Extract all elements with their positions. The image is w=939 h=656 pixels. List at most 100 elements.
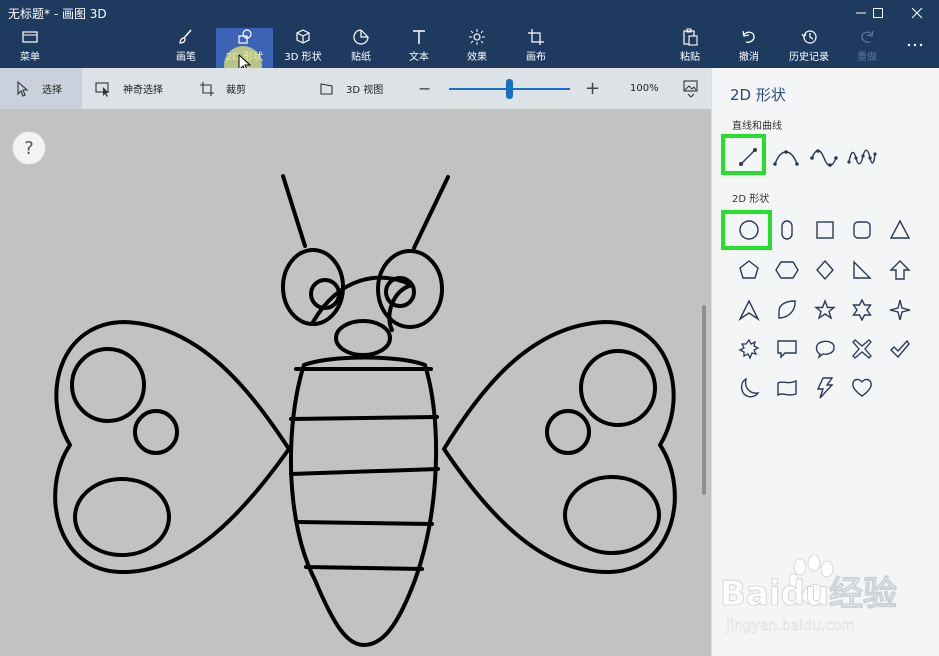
baidu-watermark: Baidu经验 jingyan.baidu.com (718, 554, 918, 650)
body-stripe (289, 467, 440, 476)
menu-label: 菜单 (20, 52, 40, 63)
view-3d-icon (318, 80, 336, 98)
redo-button[interactable]: 重做 (849, 28, 885, 68)
redo-icon (857, 28, 877, 46)
ellipse-icon[interactable] (734, 215, 764, 245)
check-icon[interactable] (885, 334, 915, 364)
right-wing-spot (579, 349, 657, 427)
watermark-url: jingyan.baidu.com (725, 618, 855, 634)
butterfly-drawing (53, 174, 677, 647)
arrow-up-icon[interactable] (885, 255, 915, 285)
tab-stickers[interactable]: 贴纸 (343, 28, 379, 68)
star-5-icon[interactable] (810, 295, 840, 325)
speech-bubble-oval-icon[interactable] (810, 334, 840, 364)
select-pointer-icon (14, 80, 32, 98)
canvas-icon (526, 28, 546, 46)
lines-section-title: 直线和曲线 (732, 121, 782, 132)
zoom-value: 100% (630, 83, 659, 94)
pentagon-icon[interactable] (734, 255, 764, 285)
right-antenna (412, 175, 450, 250)
zoom-slider-thumb[interactable] (506, 79, 513, 99)
hexagon-icon[interactable] (772, 255, 802, 285)
history-button[interactable]: 历史记录 (783, 28, 835, 68)
folder-icon (20, 28, 40, 46)
tab-3d-shapes[interactable]: 3D 形状 (283, 28, 323, 68)
right-triangle-icon[interactable] (847, 255, 877, 285)
text-icon (409, 28, 429, 46)
left-antenna (281, 174, 307, 248)
diamond-icon[interactable] (810, 255, 840, 285)
sticker-icon (351, 28, 371, 46)
moon-icon[interactable] (734, 373, 764, 403)
history-icon (799, 28, 819, 46)
window-title: 无标题* - 画图 3D (8, 7, 107, 21)
maximize-icon[interactable] (862, 0, 894, 26)
history-label: 历史记录 (789, 52, 829, 63)
menu-button[interactable]: 菜单 (12, 28, 48, 68)
zoom-out-button[interactable]: − (418, 68, 431, 109)
tab-3d-shapes-label: 3D 形状 (284, 52, 322, 63)
effects-sun-icon (467, 28, 487, 46)
rectangle-icon[interactable] (810, 215, 840, 245)
banner-icon[interactable] (772, 373, 802, 403)
undo-label: 撤消 (739, 52, 759, 63)
select-label: 选择 (42, 85, 62, 96)
star-4-icon[interactable] (885, 295, 915, 325)
right-wing-spot (545, 409, 591, 455)
tab-text-label: 文本 (409, 52, 429, 63)
image-view-icon (682, 79, 700, 98)
undo-icon (739, 28, 759, 46)
vertical-scrollbar[interactable] (702, 305, 706, 495)
star-6-icon[interactable] (847, 295, 877, 325)
drawing-canvas[interactable] (0, 109, 711, 656)
tab-brushes[interactable]: 画笔 (166, 28, 206, 68)
redo-label: 重做 (857, 52, 877, 63)
brush-icon (176, 28, 196, 46)
line-icon[interactable] (733, 142, 763, 172)
two-point-curve-icon[interactable] (809, 142, 839, 172)
more-icon (905, 36, 925, 54)
tab-canvas-label: 画布 (526, 52, 546, 63)
tab-canvas[interactable]: 画布 (518, 28, 554, 68)
crop-label: 裁剪 (226, 85, 246, 96)
tab-text[interactable]: 文本 (401, 28, 437, 68)
triangle-icon[interactable] (885, 215, 915, 245)
help-button[interactable]: ? (12, 131, 46, 165)
paste-button[interactable]: 粘贴 (672, 28, 708, 68)
body-stripe (289, 415, 439, 421)
baidu-logo: Baidu经验 jingyan.baidu.com (720, 554, 897, 634)
leaf-icon[interactable] (772, 295, 802, 325)
curve-icon[interactable] (771, 142, 801, 172)
paste-label: 粘贴 (680, 52, 700, 63)
shapes-section-title: 2D 形状 (732, 194, 770, 205)
paste-icon (680, 28, 700, 46)
magic-select-icon (95, 80, 113, 98)
magic-select-button[interactable]: 神奇选择 (95, 68, 163, 109)
rounded-capsule-icon[interactable] (772, 215, 802, 245)
undo-button[interactable]: 撤消 (731, 28, 767, 68)
nose (334, 319, 392, 357)
zoom-in-button[interactable]: + (585, 68, 600, 109)
magic-select-label: 神奇选择 (123, 85, 163, 96)
lightning-icon[interactable] (810, 373, 840, 403)
three-point-curve-icon[interactable] (847, 142, 877, 172)
crop-icon (198, 80, 216, 98)
burst-icon[interactable] (734, 334, 764, 364)
tab-effects[interactable]: 效果 (459, 28, 495, 68)
select-button[interactable]: 选择 (14, 68, 62, 109)
left-wing-spot (133, 409, 179, 455)
rounded-square-icon[interactable] (847, 215, 877, 245)
heart-icon[interactable] (847, 373, 877, 403)
image-view-button[interactable] (682, 68, 710, 109)
panel-title: 2D 形状 (730, 86, 786, 104)
close-icon[interactable] (901, 0, 933, 26)
view-3d-button[interactable]: 3D 视图 (318, 68, 383, 109)
speech-bubble-square-icon[interactable] (772, 334, 802, 364)
tool-options-bar: 选择 神奇选择 裁剪 3D 视图 − + 100% (0, 68, 711, 109)
crop-button[interactable]: 裁剪 (198, 68, 246, 109)
right-wing-spot (563, 475, 661, 555)
body-stripe (304, 565, 424, 571)
3d-cube-icon (293, 28, 313, 46)
arrow-head-icon[interactable] (734, 295, 764, 325)
cross-icon[interactable] (847, 334, 877, 364)
